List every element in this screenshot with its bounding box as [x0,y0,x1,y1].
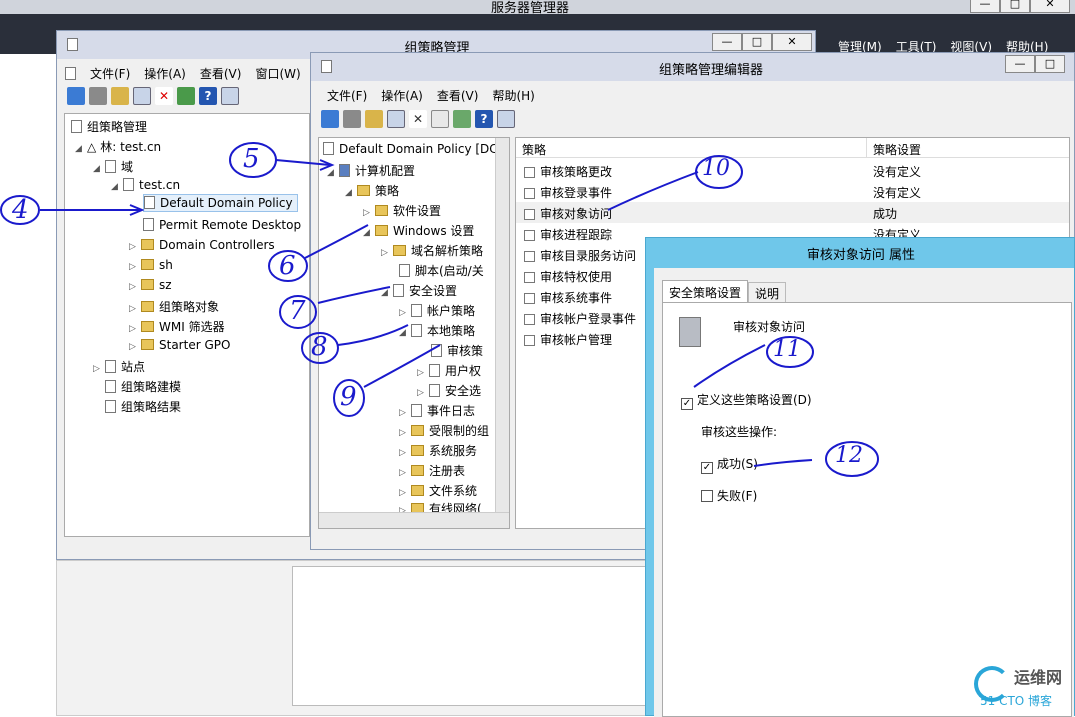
annotation-10: 10 [702,156,730,181]
annotation-5: 5 [243,144,260,174]
annotation-7: 7 [289,296,306,326]
annotation-12: 12 [835,443,863,468]
annotation-layer [0,142,879,477]
annotation-4: 4 [12,195,29,225]
watermark-line1: 运维网 [1014,668,1063,687]
annotation-9: 9 [340,382,357,412]
annotation-8: 8 [311,332,328,362]
annotation-11: 11 [773,337,801,362]
annotation-6: 6 [279,251,296,281]
watermark-line2: 51 CTO 博客 [980,694,1053,708]
watermark: 运维网 51 CTO 博客 [968,660,1072,714]
